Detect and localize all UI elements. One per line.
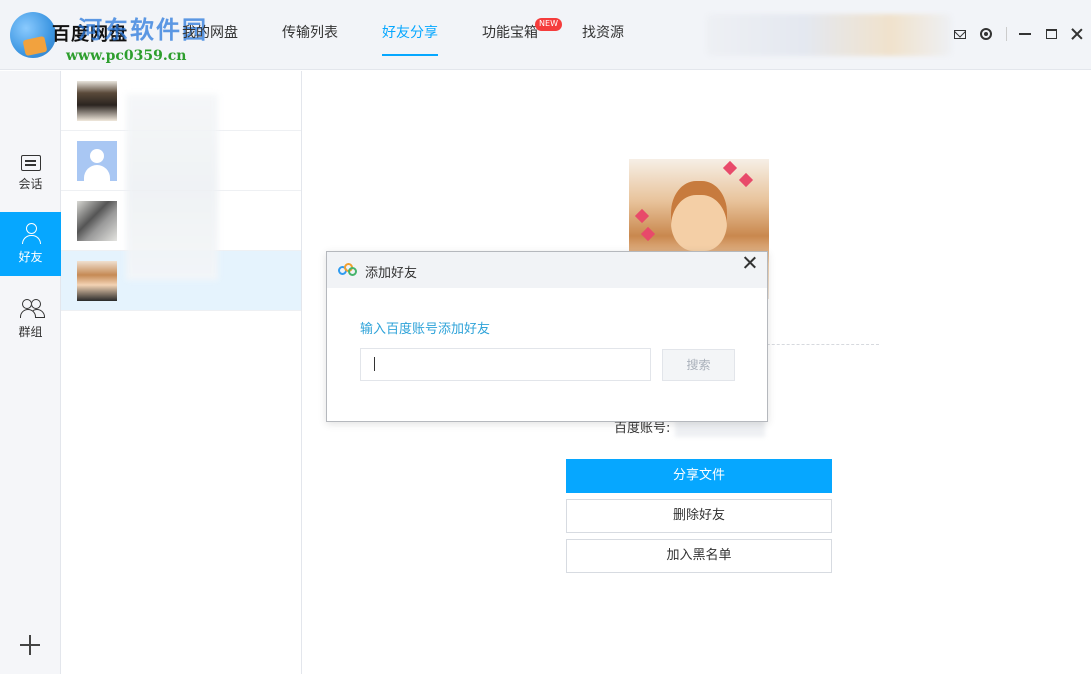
- mail-button[interactable]: [948, 24, 972, 44]
- account-search-input[interactable]: [360, 348, 651, 381]
- baidu-cloud-icon: [338, 263, 358, 277]
- nav-my-netdisk[interactable]: 我的网盘: [182, 0, 238, 70]
- rail-item-chat[interactable]: 会话: [0, 145, 61, 209]
- user-info-blurred[interactable]: [706, 14, 952, 56]
- window-controls: [948, 24, 1091, 44]
- baidu-netdisk-window: 百度网盘 河东软件园 www.pc0359.cn 我的网盘 传输列表 好友分享 …: [0, 0, 1091, 674]
- nav-friend-share[interactable]: 好友分享: [382, 0, 438, 70]
- gear-icon: [980, 28, 992, 40]
- default-avatar-icon: [77, 141, 117, 181]
- nav-find-resources[interactable]: 找资源: [582, 0, 624, 70]
- rail-item-chat-label: 会话: [18, 177, 43, 191]
- mail-icon: [954, 29, 966, 39]
- close-button[interactable]: [1065, 24, 1089, 44]
- maximize-button[interactable]: [1039, 24, 1063, 44]
- dialog-title: 添加好友: [365, 266, 418, 281]
- avatar: [77, 81, 117, 121]
- main-nav: 我的网盘 传输列表 好友分享 功能宝箱 NEW 找资源: [182, 0, 668, 70]
- dialog-header: 添加好友: [327, 252, 767, 288]
- controls-divider: [1006, 27, 1007, 41]
- share-files-button[interactable]: 分享文件: [566, 459, 832, 493]
- minimize-icon: [1019, 33, 1031, 35]
- top-bar: 百度网盘 河东软件园 www.pc0359.cn 我的网盘 传输列表 好友分享 …: [0, 0, 1091, 70]
- avatar: [77, 261, 117, 301]
- settings-button[interactable]: [974, 24, 998, 44]
- watermark-url: www.pc0359.cn: [66, 48, 187, 64]
- chat-icon: [20, 155, 41, 171]
- rail-item-groups[interactable]: 群组: [0, 287, 61, 351]
- add-friend-dialog: 添加好友 输入百度账号添加好友 搜索: [326, 251, 768, 422]
- search-button[interactable]: 搜索: [662, 349, 735, 381]
- maximize-icon: [1045, 29, 1057, 39]
- add-icon[interactable]: [20, 635, 40, 655]
- new-badge: NEW: [535, 18, 562, 31]
- dialog-prompt: 输入百度账号添加好友: [360, 322, 491, 337]
- dialog-close-icon[interactable]: [743, 256, 757, 270]
- nav-transfer-list[interactable]: 传输列表: [282, 0, 338, 70]
- rail-item-friends-label: 好友: [18, 250, 43, 264]
- nav-toolbox[interactable]: 功能宝箱 NEW: [482, 0, 562, 70]
- minimize-button[interactable]: [1013, 24, 1037, 44]
- delete-friend-button[interactable]: 删除好友: [566, 499, 832, 533]
- side-rail: 会话 好友 群组: [0, 71, 61, 674]
- close-icon: [1071, 28, 1083, 40]
- group-icon: [19, 297, 42, 319]
- text-caret: [374, 357, 375, 371]
- rail-item-friends[interactable]: 好友: [0, 212, 61, 276]
- friend-names-blurred: [126, 94, 218, 280]
- add-to-blacklist-button[interactable]: 加入黑名单: [566, 539, 832, 573]
- nav-toolbox-label: 功能宝箱: [482, 25, 538, 41]
- avatar: [77, 201, 117, 241]
- user-icon: [20, 222, 42, 244]
- rail-item-groups-label: 群组: [18, 325, 43, 339]
